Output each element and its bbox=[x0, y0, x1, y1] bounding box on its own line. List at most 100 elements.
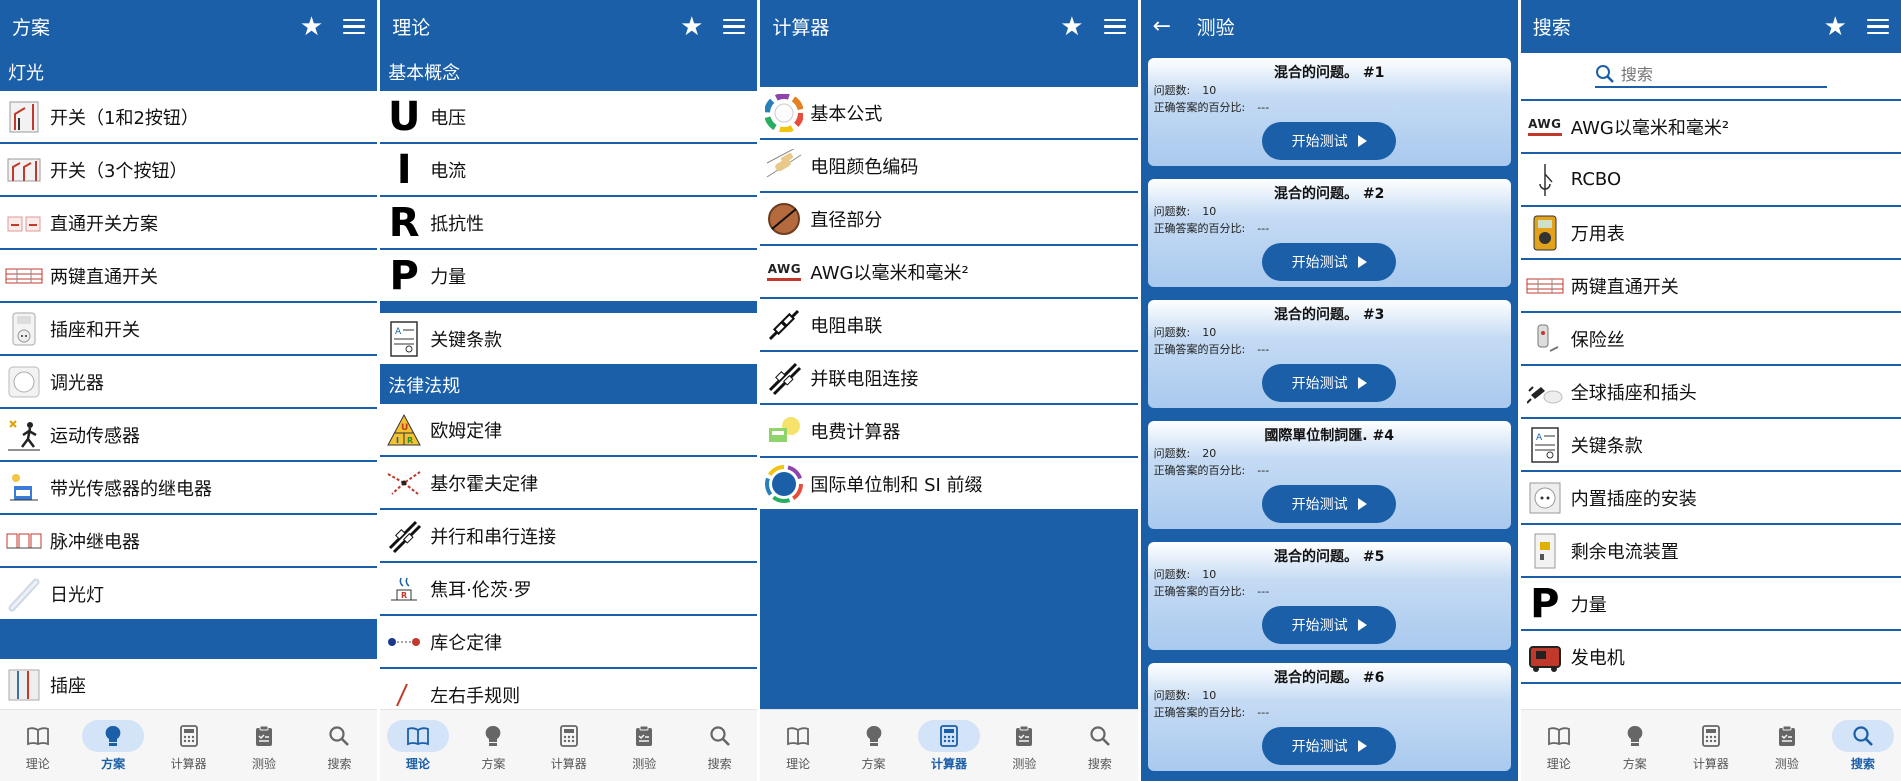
star-icon[interactable]: ★ bbox=[1824, 12, 1847, 42]
rcd-icon bbox=[1525, 531, 1565, 571]
tab-search[interactable]: 搜索 bbox=[302, 710, 377, 781]
tab-calc[interactable]: 计算器 bbox=[1673, 710, 1749, 781]
list-item[interactable]: 保险丝 bbox=[1520, 313, 1901, 366]
list-item[interactable]: 发电机 bbox=[1520, 631, 1901, 684]
tab-scheme[interactable]: 方案 bbox=[1597, 710, 1673, 781]
svg-text:I: I bbox=[396, 436, 399, 445]
tab-search[interactable]: 搜索 bbox=[682, 710, 757, 781]
play-icon bbox=[1357, 135, 1367, 147]
list-item[interactable]: P 力量 bbox=[380, 250, 758, 303]
list-item[interactable]: 直通开关方案 bbox=[0, 197, 378, 250]
list-item[interactable]: 日光灯 bbox=[0, 568, 378, 621]
tab-quiz[interactable]: 测验 bbox=[226, 710, 301, 781]
quiz-card-percent: 正确答案的百分比: --- bbox=[1153, 343, 1270, 356]
list-item[interactable]: P 力量 bbox=[1520, 578, 1901, 631]
list-item[interactable]: 剩余电流装置 bbox=[1520, 525, 1901, 578]
list-item[interactable]: 直径部分 bbox=[760, 193, 1138, 246]
tab-theory[interactable]: 理论 bbox=[380, 710, 455, 781]
list-item[interactable]: 库仑定律 bbox=[380, 616, 758, 669]
list-item[interactable]: 并行和串行连接 bbox=[380, 510, 758, 563]
list-item[interactable]: AWG AWG以毫米和毫米² bbox=[1520, 101, 1901, 154]
start-test-button[interactable]: 开始测试 bbox=[1262, 485, 1397, 523]
search-icon bbox=[308, 720, 370, 752]
start-test-button[interactable]: 开始测试 bbox=[1262, 606, 1397, 644]
list-item[interactable]: 带光传感器的继电器 bbox=[0, 462, 378, 515]
list-item-label: 关键条款 bbox=[430, 329, 503, 351]
list-item[interactable]: R 抵抗性 bbox=[380, 197, 758, 250]
quiz-card-count: 问题数: 10 bbox=[1153, 326, 1217, 339]
tab-theory[interactable]: 理论 bbox=[1521, 710, 1597, 781]
back-arrow-icon[interactable]: ← bbox=[1153, 14, 1175, 39]
quiz-card-title: 混合的问题。 #3 bbox=[1273, 307, 1385, 323]
bottom-nav: 理论 方案 计算器 测验 搜索 bbox=[1520, 709, 1901, 781]
list-item[interactable]: 电费计算器 bbox=[760, 405, 1138, 458]
list-item-label: 保险丝 bbox=[1570, 329, 1625, 351]
menu-icon[interactable] bbox=[723, 18, 746, 35]
tab-search[interactable]: 搜索 bbox=[1062, 710, 1137, 781]
menu-icon[interactable] bbox=[1866, 18, 1889, 35]
tab-calc[interactable]: 计算器 bbox=[531, 710, 606, 781]
section-header: 法律法规 bbox=[380, 366, 758, 404]
search-input[interactable] bbox=[1620, 64, 1811, 84]
list-item[interactable]: 全球插座和插头 bbox=[1520, 366, 1901, 419]
list-item[interactable]: 开关（3个按钮） bbox=[0, 144, 378, 197]
list-item[interactable]: 万用表 bbox=[1520, 207, 1901, 260]
list-item-label: 发电机 bbox=[1570, 647, 1625, 669]
list-item[interactable]: 基本公式 bbox=[760, 87, 1138, 140]
list-item[interactable]: 插座和开关 bbox=[0, 303, 378, 356]
tab-scheme[interactable]: 方案 bbox=[456, 710, 531, 781]
list-item[interactable]: 两键直通开关 bbox=[1520, 260, 1901, 313]
list-item-label: 开关（3个按钮） bbox=[50, 160, 188, 182]
list-item[interactable]: 插座 bbox=[0, 659, 378, 709]
parallel-series-icon bbox=[764, 358, 804, 398]
tab-scheme[interactable]: 方案 bbox=[836, 710, 911, 781]
list-item[interactable]: 两键直通开关 bbox=[0, 250, 378, 303]
start-test-button[interactable]: 开始测试 bbox=[1262, 243, 1397, 281]
quiz-card-count: 问题数: 10 bbox=[1153, 205, 1217, 218]
tab-theory[interactable]: 理论 bbox=[760, 710, 835, 781]
tab-search[interactable]: 搜索 bbox=[1825, 710, 1901, 781]
start-test-button[interactable]: 开始测试 bbox=[1262, 727, 1397, 765]
list-item[interactable]: 基尔霍夫定律 bbox=[380, 457, 758, 510]
list-item[interactable]: 左右手规则 bbox=[380, 669, 758, 709]
list-item[interactable]: I 电流 bbox=[380, 144, 758, 197]
list-item[interactable]: A 关键条款 bbox=[380, 313, 758, 366]
list-item[interactable]: U 电压 bbox=[380, 91, 758, 144]
pass-through-switch-icon bbox=[4, 203, 44, 243]
calculator-icon bbox=[158, 720, 220, 752]
tab-quiz[interactable]: 测验 bbox=[607, 710, 682, 781]
search-box bbox=[1594, 64, 1827, 88]
list-item[interactable]: AWG AWG以毫米和毫米² bbox=[760, 246, 1138, 299]
list-item-label: 内置插座的安装 bbox=[1570, 488, 1697, 510]
tab-calc[interactable]: 计算器 bbox=[911, 710, 986, 781]
start-test-button[interactable]: 开始测试 bbox=[1262, 122, 1397, 160]
tab-quiz[interactable]: 测验 bbox=[987, 710, 1062, 781]
list-item[interactable]: RCBO bbox=[1520, 154, 1901, 207]
menu-icon[interactable] bbox=[343, 18, 366, 35]
list-item[interactable]: R 焦耳·伦茨·罗 bbox=[380, 563, 758, 616]
tab-scheme[interactable]: 方案 bbox=[75, 710, 150, 781]
lightbulb-icon bbox=[1604, 720, 1666, 752]
list-item[interactable]: A 关键条款 bbox=[1520, 419, 1901, 472]
list-item[interactable]: 电阻颜色编码 bbox=[760, 140, 1138, 193]
tab-quiz[interactable]: 测验 bbox=[1749, 710, 1825, 781]
list-item[interactable]: 内置插座的安装 bbox=[1520, 472, 1901, 525]
clipboard-icon bbox=[233, 720, 295, 752]
tab-calc[interactable]: 计算器 bbox=[151, 710, 226, 781]
list-item[interactable]: 运动传感器 bbox=[0, 409, 378, 462]
star-icon[interactable]: ★ bbox=[1060, 12, 1083, 42]
tab-theory[interactable]: 理论 bbox=[0, 710, 75, 781]
start-test-button[interactable]: 开始测试 bbox=[1262, 364, 1397, 402]
list-item[interactable]: 脉冲继电器 bbox=[0, 515, 378, 568]
list-item[interactable]: 电阻串联 bbox=[760, 299, 1138, 352]
symbol-letter: P bbox=[1525, 584, 1565, 624]
list-item[interactable]: 并联电阻连接 bbox=[760, 352, 1138, 405]
list-item[interactable]: 国际单位制和 SI 前缀 bbox=[760, 458, 1138, 511]
list-item[interactable]: 调光器 bbox=[0, 356, 378, 409]
list-item[interactable]: 开关（1和2按钮） bbox=[0, 91, 378, 144]
book-icon bbox=[767, 720, 829, 752]
list-item[interactable]: U I R 欧姆定律 bbox=[380, 404, 758, 457]
star-icon[interactable]: ★ bbox=[300, 12, 323, 42]
star-icon[interactable]: ★ bbox=[680, 12, 703, 42]
menu-icon[interactable] bbox=[1103, 18, 1126, 35]
